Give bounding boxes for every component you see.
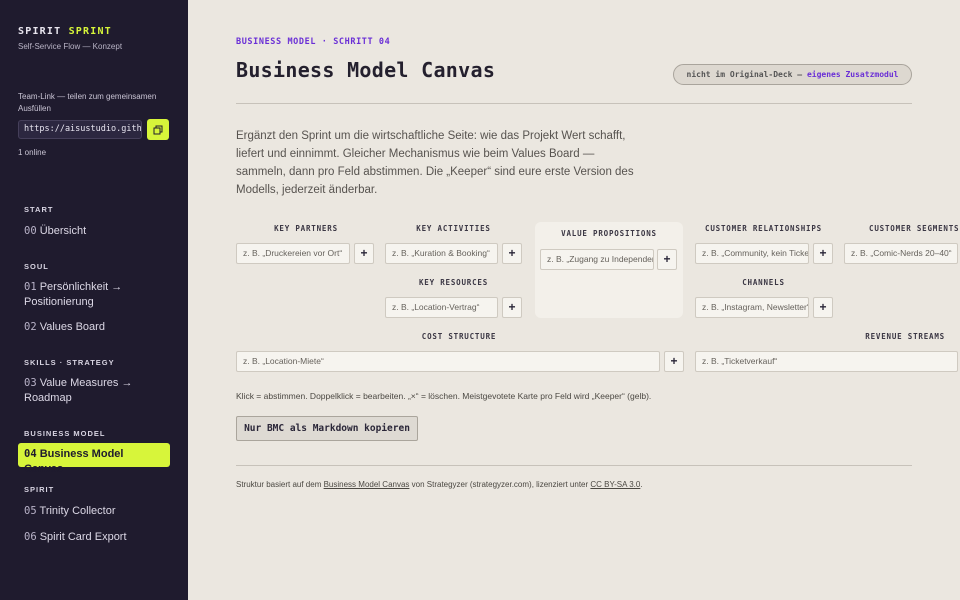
- nav-section-spirit: SPIRIT: [24, 485, 55, 494]
- key-partners-input[interactable]: z. B. „Druckereien vor Ort“: [236, 243, 350, 264]
- nav-section-soul: SOUL: [24, 262, 49, 271]
- cost-structure-add-button[interactable]: +: [664, 351, 684, 372]
- key-activities-add-button[interactable]: +: [502, 243, 522, 264]
- nav-item-label: Persönlichkeit → Positionierung: [24, 281, 123, 308]
- customer-relationships-add-button[interactable]: +: [813, 243, 833, 264]
- copy-markdown-button[interactable]: Nur BMC als Markdown kopieren: [236, 416, 418, 441]
- brand-subtitle: Self-Service Flow — Konzept: [18, 42, 123, 51]
- key-partners-heading: KEY PARTNERS: [274, 224, 338, 233]
- footer-divider: [236, 465, 912, 466]
- team-link-input[interactable]: https://aisustudio.gith: [18, 120, 142, 139]
- page-title: Business Model Canvas: [236, 58, 496, 82]
- usage-hint: Klick = abstimmen. Doppelklick = bearbei…: [236, 391, 652, 401]
- nav-item-personality[interactable]: 01 Persönlichkeit → Positionierung: [24, 280, 174, 310]
- channels-add-button[interactable]: +: [813, 297, 833, 318]
- channels-input[interactable]: z. B. „Instagram, Newsletter“: [695, 297, 809, 318]
- nav-section-skills: SKILLS · STRATEGY: [24, 358, 115, 367]
- key-activities-input[interactable]: z. B. „Kuration & Booking“: [385, 243, 498, 264]
- key-activities-heading: KEY ACTIVITIES: [416, 224, 491, 233]
- bmc-link[interactable]: Business Model Canvas: [324, 480, 410, 489]
- team-link-label: Team-Link — teilen zum gemeinsamen Ausfü…: [18, 92, 157, 113]
- header-divider: [236, 103, 912, 104]
- nav-item-number: 05: [24, 505, 37, 517]
- key-resources-heading: KEY RESOURCES: [418, 278, 489, 287]
- nav-item-values-board[interactable]: 02 Values Board: [24, 320, 174, 335]
- nav-item-label: Trinity Collector: [39, 505, 116, 517]
- nav-item-number: 01: [24, 281, 37, 293]
- channels-heading: CHANNELS: [742, 278, 785, 287]
- brand-accent: SPRINT: [68, 26, 112, 37]
- nav-item-label: Business Model Canvas: [24, 448, 124, 475]
- copy-link-button[interactable]: [147, 119, 169, 140]
- copy-icon: [153, 125, 163, 134]
- customer-relationships-input[interactable]: z. B. „Community, kein Ticket“: [695, 243, 809, 264]
- customer-segments-heading: CUSTOMER SEGMENTS: [869, 224, 960, 233]
- nav-item-label: Spirit Card Export: [39, 531, 127, 543]
- value-propositions-add-button[interactable]: +: [657, 249, 677, 270]
- intro-text: Ergänzt den Sprint um die wirtschaftlich…: [236, 130, 634, 196]
- nav-item-business-model-canvas[interactable]: 04 Business Model Canvas: [18, 443, 170, 475]
- nav-item-trinity-collector[interactable]: 05 Trinity Collector: [24, 504, 174, 519]
- nav-item-spirit-card-export[interactable]: 06 Spirit Card Export: [24, 530, 174, 545]
- badge-highlight: eigenes Zusatzmodul: [806, 70, 899, 79]
- key-partners-add-button[interactable]: +: [354, 243, 374, 264]
- nav-item-number: 06: [24, 531, 37, 543]
- nav-item-label: Values Board: [39, 321, 105, 333]
- module-badge: nicht im Original-Deck — eigenes Zusatzm…: [673, 64, 912, 85]
- license-link[interactable]: CC BY-SA 3.0: [590, 480, 640, 489]
- revenue-streams-heading: REVENUE STREAMS: [865, 332, 945, 341]
- nav-item-value-measures[interactable]: 03 Value Measures → Roadmap: [24, 376, 174, 406]
- revenue-streams-input[interactable]: z. B. „Ticketverkauf“: [695, 351, 958, 372]
- nav-item-number: 04: [24, 448, 37, 460]
- nav-item-overview[interactable]: 00 Übersicht: [24, 224, 174, 239]
- sidebar: SPIRIT SPRINT Self-Service Flow — Konzep…: [0, 0, 188, 600]
- cost-structure-input[interactable]: z. B. „Location-Miete“: [236, 351, 660, 372]
- badge-text: nicht im Original-Deck —: [686, 70, 807, 79]
- step-eyebrow: BUSINESS MODEL · SCHRITT 04: [236, 37, 391, 47]
- nav-item-number: 02: [24, 321, 37, 333]
- value-propositions-input[interactable]: z. B. „Zugang zu Independent“: [540, 249, 654, 270]
- nav-section-start: START: [24, 205, 54, 214]
- key-resources-input[interactable]: z. B. „Location-Vertrag“: [385, 297, 498, 318]
- brand-primary: SPIRIT: [18, 26, 62, 37]
- cost-structure-heading: COST STRUCTURE: [421, 332, 497, 341]
- nav-item-label: Value Measures → Roadmap: [24, 377, 133, 404]
- nav-section-business: BUSINESS MODEL: [24, 429, 106, 438]
- key-resources-add-button[interactable]: +: [502, 297, 522, 318]
- nav-item-number: 00: [24, 225, 37, 237]
- nav-item-number: 03: [24, 377, 37, 389]
- customer-relationships-heading: CUSTOMER RELATIONSHIPS: [705, 224, 822, 233]
- footer-prefix: Struktur basiert auf dem: [236, 480, 324, 489]
- footer-middle: von Strategyzer (strategyzer.com), lizen…: [409, 480, 591, 489]
- footer-suffix: .: [640, 480, 643, 489]
- online-status: 1 online: [18, 148, 47, 157]
- nav-item-label: Übersicht: [39, 225, 87, 237]
- value-propositions-heading: VALUE PROPOSITIONS: [561, 229, 657, 238]
- brand-logo: SPIRIT SPRINT: [18, 26, 112, 37]
- attribution-footer: Struktur basiert auf dem Business Model …: [236, 480, 643, 489]
- customer-segments-input[interactable]: z. B. „Comic-Nerds 20–40“: [844, 243, 958, 264]
